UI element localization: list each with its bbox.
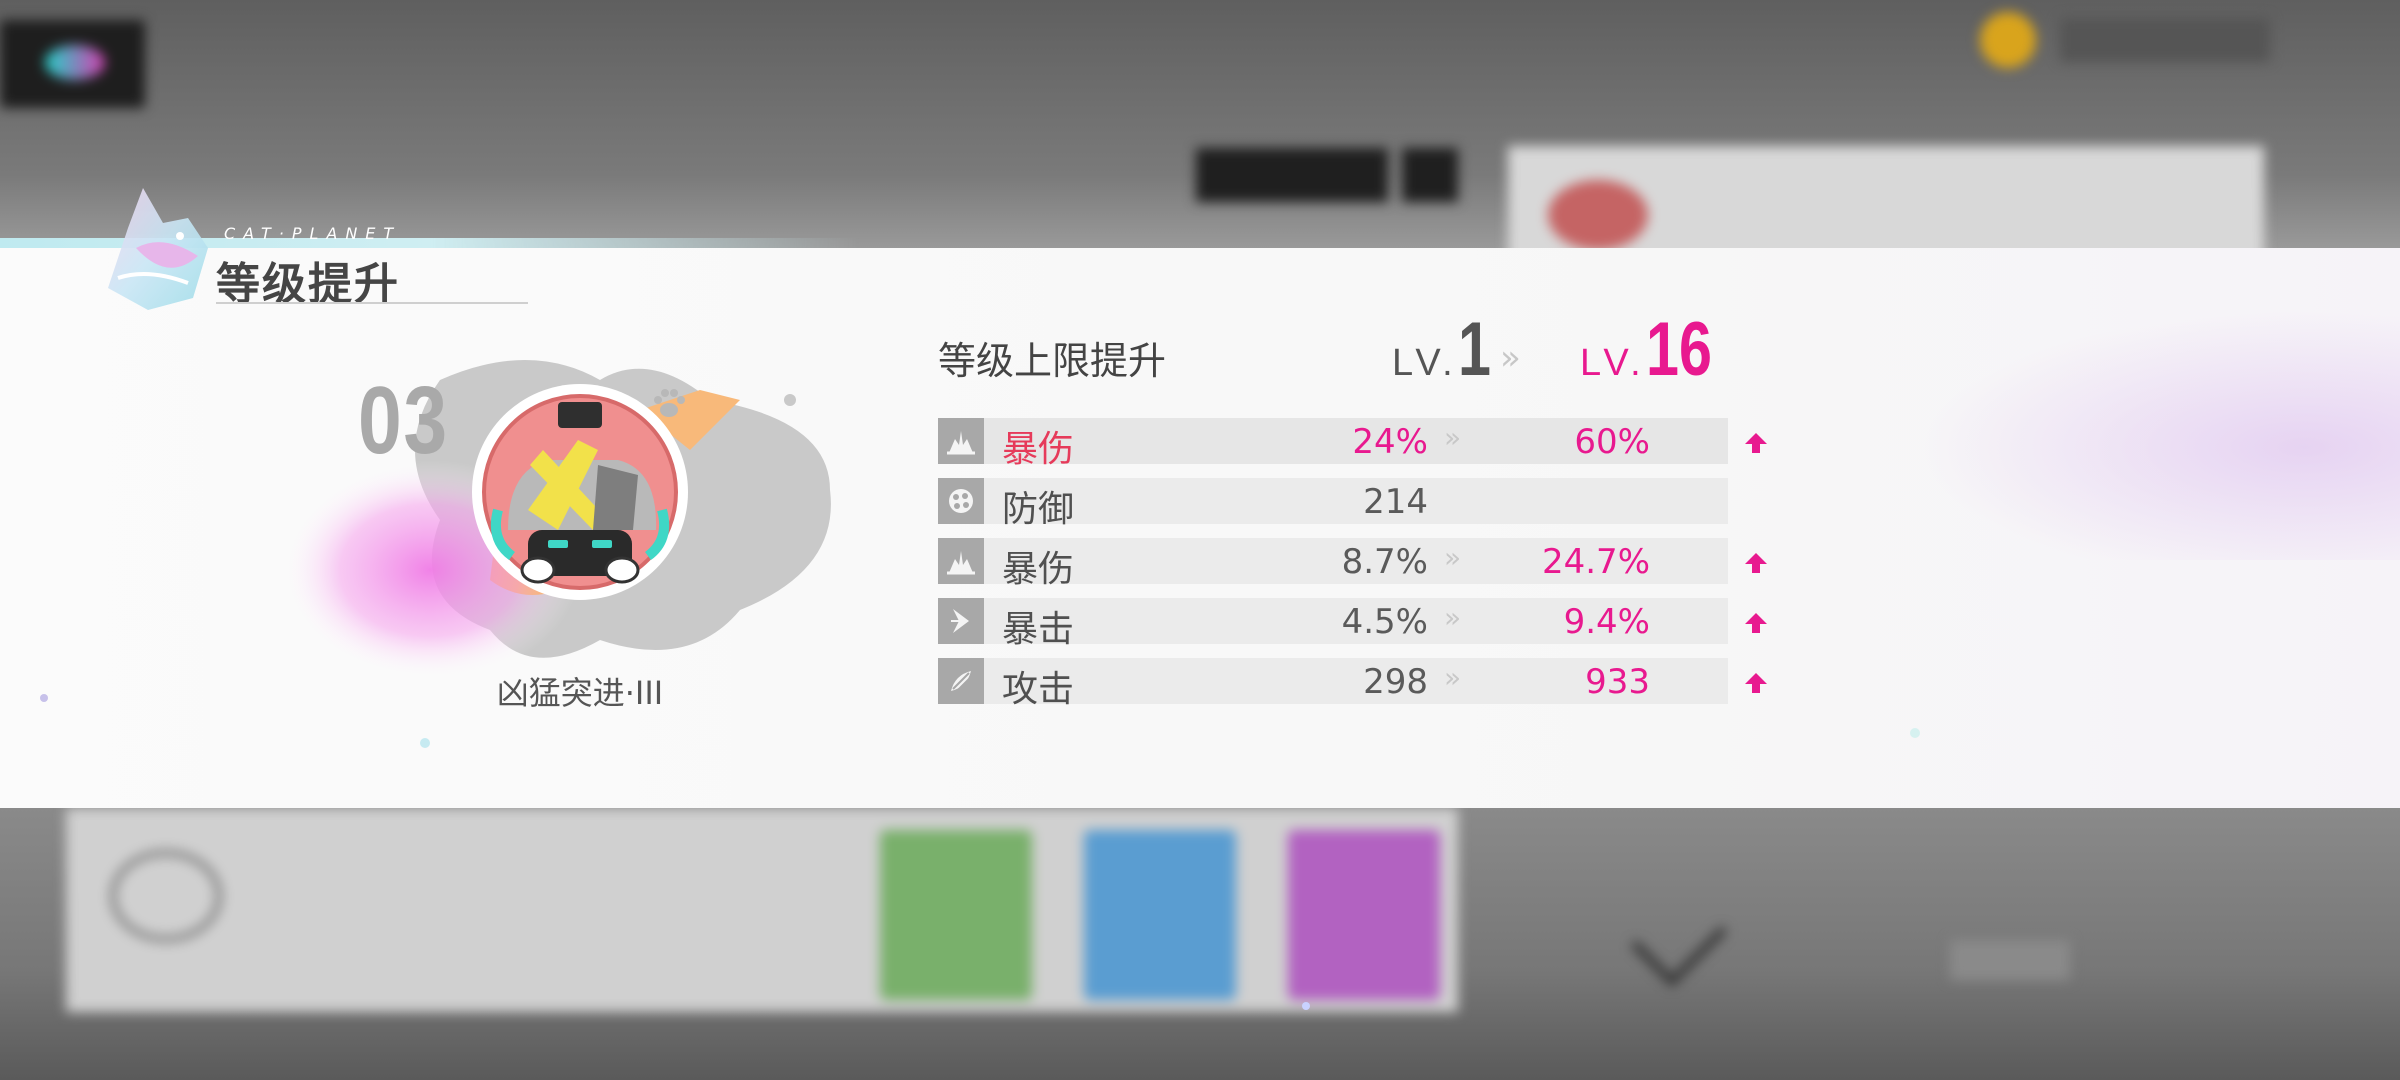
defense-icon: [938, 478, 984, 524]
stat-name: 防御: [1002, 489, 1075, 530]
sparkle-dot: [1302, 1002, 1310, 1010]
stat-row-crit-rate: 暴击 4.5% » 9.4%: [938, 598, 1778, 650]
upgrade-arrow-icon: [1745, 433, 1767, 453]
new-level-prefix: LV.: [1580, 342, 1646, 384]
stat-arrow-icon: »: [1444, 601, 1462, 634]
stat-name: 暴伤: [1002, 429, 1075, 470]
blurred-currency-bar: [2060, 18, 2270, 62]
brand-text: CAT·PLANET: [224, 224, 402, 243]
paw-icon: [654, 389, 685, 417]
old-level-value: 1: [1457, 307, 1491, 392]
blurred-bottom-panel: [66, 808, 1458, 1012]
blurred-confirm-button: [1950, 940, 2070, 980]
stat-new-value: 24.7%: [1541, 542, 1650, 582]
blurred-card-avatar: [1548, 180, 1648, 250]
item-name: 凶猛突进·III: [496, 674, 664, 712]
blurred-material-blue: [1084, 830, 1236, 1000]
stat-old-value: 298: [1363, 662, 1428, 702]
stat-name: 暴伤: [1002, 549, 1075, 590]
stat-row-defense: 防御 214: [938, 478, 1778, 530]
crit-damage-icon: [938, 418, 984, 464]
stat-arrow-icon: »: [1444, 541, 1462, 574]
upgrade-arrow-icon: [1745, 553, 1767, 573]
stat-row-crit-damage: 暴伤 8.7% » 24.7%: [938, 538, 1778, 590]
title-underline: [216, 302, 528, 304]
stat-old-value: 24%: [1352, 422, 1428, 462]
blurred-material-purple: [1288, 830, 1440, 1000]
sparkle-dot: [40, 694, 48, 702]
stat-old-value: 214: [1363, 482, 1428, 522]
stat-new-value: 9.4%: [1563, 602, 1650, 642]
stat-name: 攻击: [1002, 669, 1075, 710]
blurred-material-green: [880, 830, 1032, 1000]
item-number: 03: [358, 367, 449, 474]
crit-damage-icon: [938, 538, 984, 584]
stat-row-attack: 攻击 298 » 933: [938, 658, 1778, 710]
stat-row-crit-damage: 暴伤 24% » 60%: [938, 418, 1778, 470]
blurred-logo: [0, 20, 145, 108]
upgrade-arrow-icon: [1745, 613, 1767, 633]
blurred-sort-dropdown: [1196, 148, 1388, 202]
stat-name: 暴击: [1002, 609, 1075, 650]
stat-arrow-icon: »: [1444, 421, 1462, 454]
banner-glow: [1920, 310, 2400, 560]
upgrade-arrow-icon: [1745, 673, 1767, 693]
stat-old-value: 8.7%: [1341, 542, 1428, 582]
stat-old-value: 4.5%: [1341, 602, 1428, 642]
sparkle-dot: [1910, 728, 1920, 738]
old-level-prefix: LV.: [1392, 342, 1458, 384]
crit-rate-icon: [938, 598, 984, 644]
attack-icon: [938, 658, 984, 704]
stat-new-value: 60%: [1574, 422, 1650, 462]
cat-planet-emblem-icon: [108, 188, 208, 310]
new-level-value: 16: [1645, 307, 1712, 392]
stat-new-value: 933: [1585, 662, 1650, 702]
stat-arrow-icon: »: [1444, 661, 1462, 694]
new-level: LV.16: [1580, 306, 1730, 393]
sparkle-dot: [420, 738, 430, 748]
level-cap-label: 等级上限提升: [938, 339, 1167, 383]
blurred-chat-icon: [110, 850, 222, 942]
blurred-sort-order-button: [1402, 148, 1458, 202]
level-up-screen: CAT·PLANET 等级提升 03 凶猛突进·III 等级上限提升 LV.1 …: [0, 0, 2400, 1080]
blurred-coin-icon: [1980, 12, 2036, 68]
old-level: LV.1: [1392, 306, 1500, 393]
level-arrow-icon: »: [1500, 338, 1521, 378]
